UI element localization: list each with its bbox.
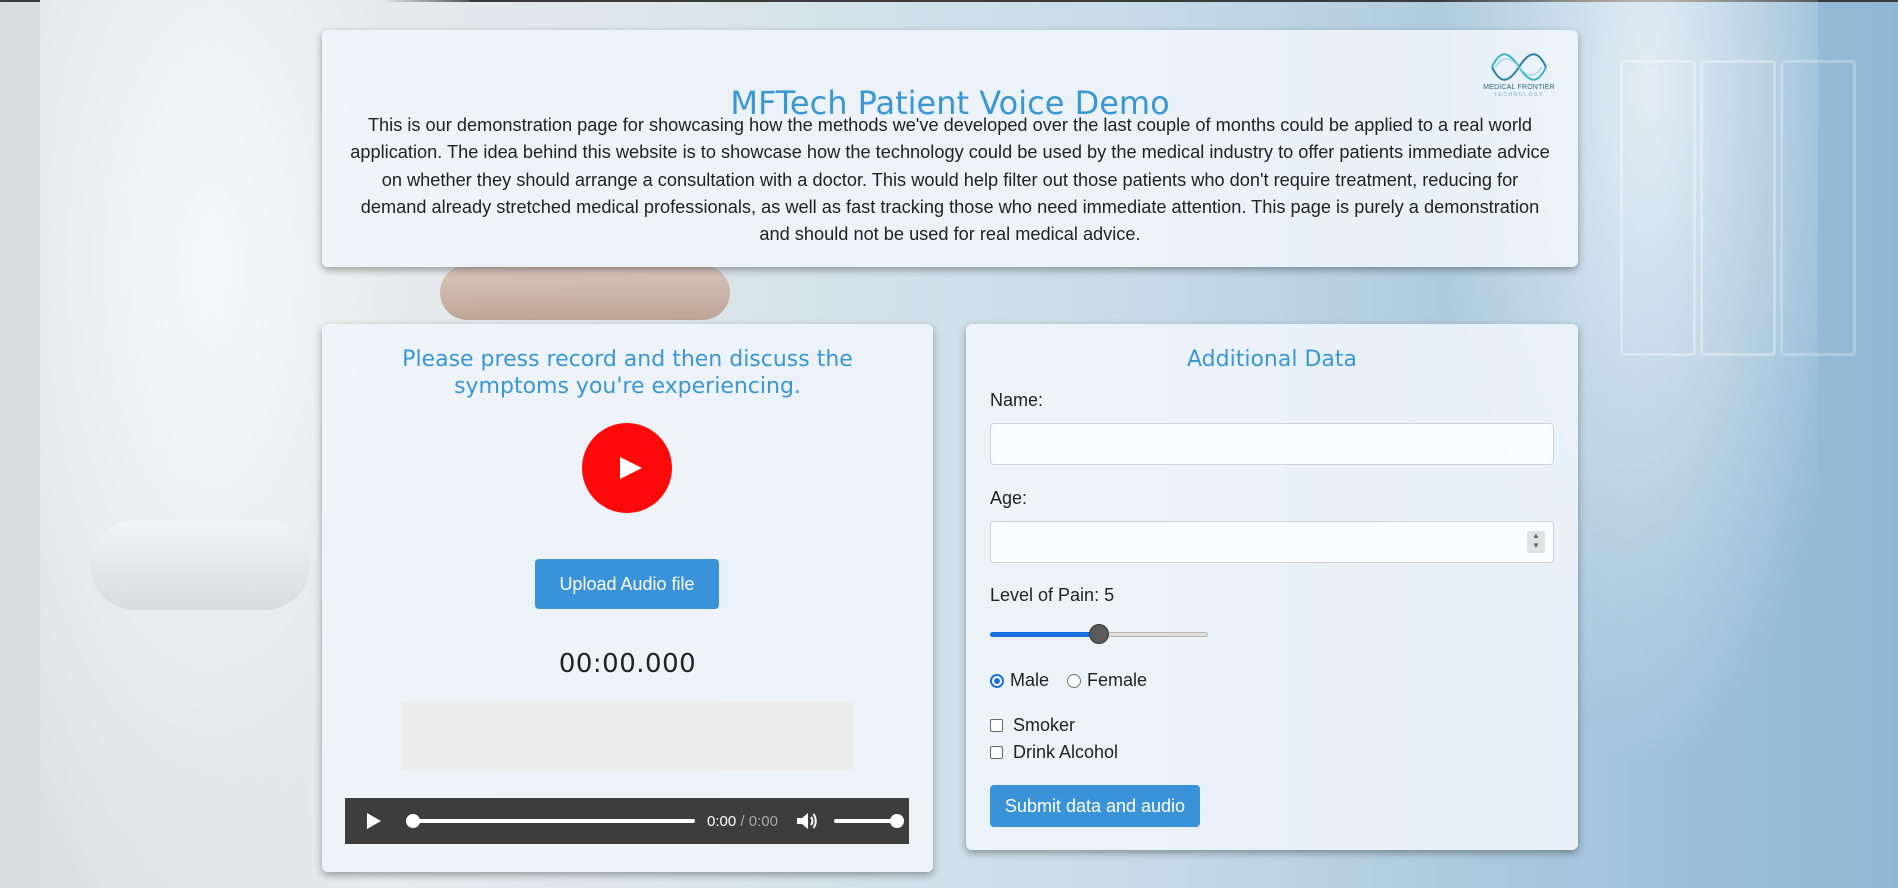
logo-subtext: TECHNOLOGY xyxy=(1493,92,1544,98)
smoker-checkbox-row: Smoker xyxy=(990,715,1075,736)
female-radio[interactable] xyxy=(1067,673,1082,688)
drink-alcohol-checkbox[interactable] xyxy=(990,746,1003,759)
time-separator: / xyxy=(740,812,745,830)
gender-radio-group: Male Female xyxy=(990,670,1147,691)
name-label: Name: xyxy=(990,390,1044,410)
header-card: MFTech Patient Voice Demo MEDICAL FRONTI… xyxy=(322,30,1578,267)
volume-slider[interactable] xyxy=(833,814,904,828)
logo: MEDICAL FRONTIER TECHNOLOGY xyxy=(1482,50,1556,104)
upload-audio-button[interactable]: Upload Audio file xyxy=(535,559,719,609)
time-display: 0:00 / 0:00 xyxy=(707,813,778,830)
seek-bar[interactable] xyxy=(406,814,695,828)
age-label: Age: xyxy=(990,488,1028,508)
pain-slider-thumb[interactable] xyxy=(1089,624,1109,644)
recording-timer: 00:00.000 xyxy=(558,649,697,679)
intro-paragraph: This is our demonstration page for showc… xyxy=(350,115,1550,245)
dna-logo-icon xyxy=(1491,53,1547,81)
submit-button[interactable]: Submit data and audio xyxy=(990,785,1200,827)
seek-thumb[interactable] xyxy=(406,814,420,828)
female-label: Female xyxy=(1087,670,1148,690)
smoker-checkbox[interactable] xyxy=(990,719,1003,732)
recorder-card: Please press record and then discuss the… xyxy=(322,324,933,872)
male-radio[interactable] xyxy=(990,673,1004,688)
current-time: 0:00 xyxy=(707,812,737,830)
play-icon xyxy=(620,457,642,479)
play-icon[interactable] xyxy=(363,811,383,831)
volume-thumb[interactable] xyxy=(889,814,904,828)
male-label: Male xyxy=(1010,670,1050,690)
drink-alcohol-label: Drink Alcohol xyxy=(1013,742,1119,762)
logo-text: MEDICAL FRONTIER xyxy=(1483,84,1555,91)
volume-icon[interactable] xyxy=(796,811,818,831)
duration: 0:00 xyxy=(748,812,778,830)
audio-player: 0:00 / 0:00 xyxy=(345,798,909,844)
waveform-display xyxy=(401,702,853,770)
pain-level-label: Level of Pain: 5 xyxy=(990,585,1115,605)
alcohol-checkbox-row: Drink Alcohol xyxy=(990,742,1118,763)
pain-level-slider[interactable] xyxy=(990,624,1208,644)
recorder-heading: Please press record and then discuss the… xyxy=(402,347,853,399)
form-heading: Additional Data xyxy=(1187,347,1357,372)
additional-data-card: Additional Data Name: Age: ▲ ▼ Level of P… xyxy=(966,324,1578,850)
age-input[interactable]: ▲ ▼ xyxy=(990,521,1554,563)
smoker-label: Smoker xyxy=(1013,715,1076,735)
number-spinner[interactable]: ▲ ▼ xyxy=(1527,531,1545,553)
record-button[interactable] xyxy=(582,423,672,513)
name-input[interactable] xyxy=(990,423,1554,465)
